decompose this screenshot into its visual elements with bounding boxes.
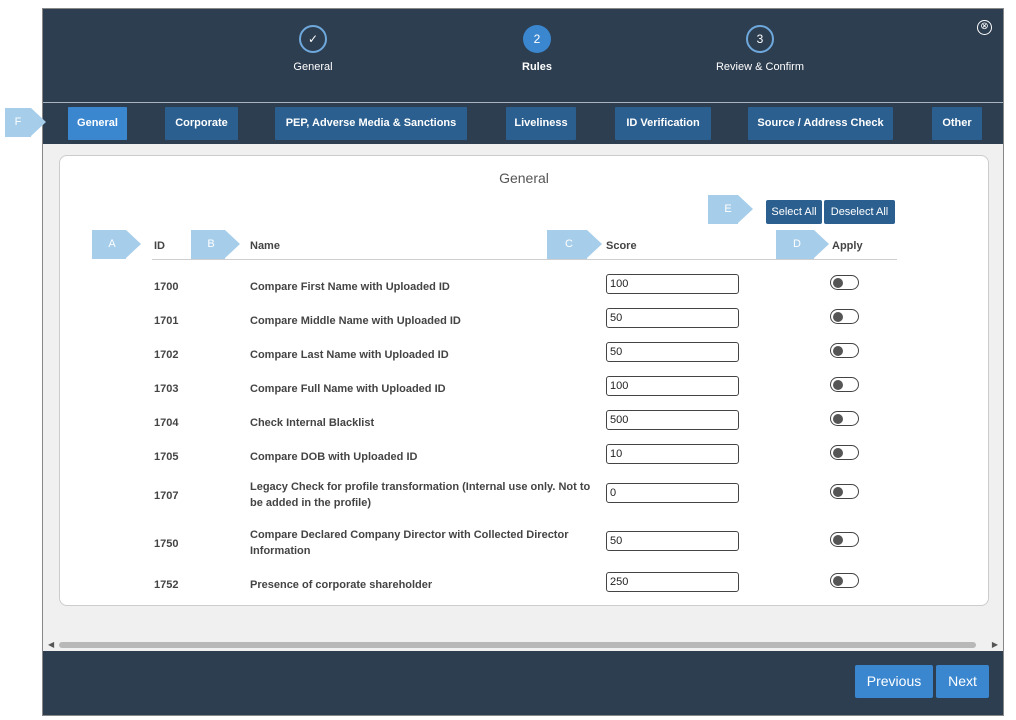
- rule-id: 1703: [154, 383, 179, 395]
- rule-id: 1702: [154, 349, 179, 361]
- rule-category-tabs: General Corporate PEP, Adverse Media & S…: [43, 103, 1003, 144]
- apply-toggle[interactable]: [830, 275, 859, 290]
- tab-id-verification[interactable]: ID Verification: [615, 107, 711, 140]
- score-input[interactable]: [606, 274, 739, 294]
- step-label: General: [293, 61, 333, 73]
- step-number: 2: [523, 25, 551, 53]
- annotation-marker-f: F: [5, 108, 46, 137]
- marker-arrow: [126, 230, 141, 258]
- annotation-marker-a: A: [92, 230, 141, 259]
- marker-arrow: [738, 195, 753, 223]
- toggle-knob: [833, 534, 843, 545]
- rule-name: Compare DOB with Uploaded ID: [250, 451, 418, 463]
- tab-other[interactable]: Other: [932, 107, 982, 140]
- close-icon[interactable]: ⊗: [977, 20, 992, 35]
- annotation-marker-d: D: [776, 230, 829, 259]
- apply-toggle[interactable]: [830, 309, 859, 324]
- step-label: Review & Confirm: [715, 61, 805, 73]
- score-input[interactable]: [606, 531, 739, 551]
- marker-label: F: [14, 116, 22, 128]
- select-all-button[interactable]: Select All: [766, 200, 822, 224]
- toggle-knob: [833, 379, 843, 390]
- apply-toggle[interactable]: [830, 377, 859, 392]
- rule-id: 1750: [154, 538, 179, 550]
- toggle-knob: [833, 447, 843, 458]
- score-input[interactable]: [606, 572, 739, 592]
- rule-id: 1707: [154, 490, 179, 502]
- rule-name: Check Internal Blacklist: [250, 417, 375, 429]
- toggle-knob: [833, 413, 843, 424]
- score-input[interactable]: [606, 410, 739, 430]
- marker-arrow: [225, 230, 240, 258]
- annotation-marker-b: B: [191, 230, 240, 259]
- toggle-knob: [833, 345, 843, 356]
- step-review-confirm[interactable]: 3 Review & Confirm: [680, 25, 840, 73]
- column-header-score: Score: [606, 240, 637, 252]
- rule-id: 1704: [154, 417, 179, 429]
- next-button[interactable]: Next: [936, 665, 989, 698]
- apply-toggle[interactable]: [830, 445, 859, 460]
- tab-pep-adverse-media-sanctions[interactable]: PEP, Adverse Media & Sanctions: [275, 107, 467, 140]
- rule-name: Compare Middle Name with Uploaded ID: [250, 315, 461, 327]
- apply-toggle[interactable]: [830, 573, 859, 588]
- rule-name: Compare Full Name with Uploaded ID: [250, 383, 446, 395]
- rule-name: Compare Last Name with Uploaded ID: [250, 349, 449, 361]
- score-input[interactable]: [606, 483, 739, 503]
- step-general[interactable]: ✓ General: [233, 25, 393, 73]
- scrollbar-thumb[interactable]: [59, 642, 976, 648]
- wizard-header: ✓ General 2 Rules 3 Review & Confirm ⊗: [43, 9, 1003, 103]
- rules-card: General Select All Deselect All ID Name …: [59, 155, 989, 606]
- rules-wizard-modal: ✓ General 2 Rules 3 Review & Confirm ⊗ G…: [42, 8, 1004, 716]
- column-header-apply: Apply: [832, 240, 863, 252]
- step-rules[interactable]: 2 Rules: [457, 25, 617, 73]
- tab-corporate[interactable]: Corporate: [165, 107, 238, 140]
- toggle-knob: [833, 311, 843, 322]
- toggle-knob: [833, 486, 843, 497]
- column-header-name: Name: [250, 240, 280, 252]
- step-number: 3: [746, 25, 774, 53]
- marker-label: D: [793, 238, 801, 250]
- score-input[interactable]: [606, 342, 739, 362]
- rule-id: 1701: [154, 315, 179, 327]
- score-input[interactable]: [606, 376, 739, 396]
- apply-toggle[interactable]: [830, 532, 859, 547]
- check-icon: ✓: [299, 25, 327, 53]
- scroll-left-icon[interactable]: ◀: [48, 640, 54, 649]
- apply-toggle[interactable]: [830, 484, 859, 499]
- annotation-marker-e: E: [708, 195, 753, 224]
- column-header-id: ID: [154, 240, 165, 252]
- rule-id: 1752: [154, 579, 179, 591]
- rule-name: Compare Declared Company Director with C…: [250, 529, 569, 557]
- marker-arrow: [587, 230, 602, 258]
- toggle-knob: [833, 575, 843, 586]
- wizard-footer: Previous Next: [43, 651, 1003, 715]
- scroll-right-icon[interactable]: ▶: [992, 640, 998, 649]
- wizard-steps: ✓ General 2 Rules 3 Review & Confirm: [43, 9, 1003, 103]
- deselect-all-button[interactable]: Deselect All: [824, 200, 895, 224]
- annotation-marker-c: C: [547, 230, 602, 259]
- marker-arrow: [31, 108, 46, 136]
- tab-liveliness[interactable]: Liveliness: [506, 107, 576, 140]
- marker-label: C: [565, 238, 573, 250]
- tab-general[interactable]: General: [68, 107, 127, 140]
- horizontal-scrollbar[interactable]: ◀ ▶: [43, 639, 1003, 651]
- rule-id: 1700: [154, 281, 179, 293]
- apply-toggle[interactable]: [830, 411, 859, 426]
- tab-source-address-check[interactable]: Source / Address Check: [748, 107, 893, 140]
- apply-toggle[interactable]: [830, 343, 859, 358]
- score-input[interactable]: [606, 444, 739, 464]
- previous-button[interactable]: Previous: [855, 665, 933, 698]
- card-title: General: [499, 170, 549, 186]
- header-divider: [152, 259, 897, 260]
- rule-name: Legacy Check for profile transformation …: [250, 481, 591, 509]
- step-label: Rules: [522, 61, 552, 73]
- rule-id: 1705: [154, 451, 179, 463]
- rule-name: Compare First Name with Uploaded ID: [250, 281, 450, 293]
- rule-name: Presence of corporate shareholder: [250, 579, 433, 591]
- marker-arrow: [814, 230, 829, 258]
- score-input[interactable]: [606, 308, 739, 328]
- toggle-knob: [833, 277, 843, 288]
